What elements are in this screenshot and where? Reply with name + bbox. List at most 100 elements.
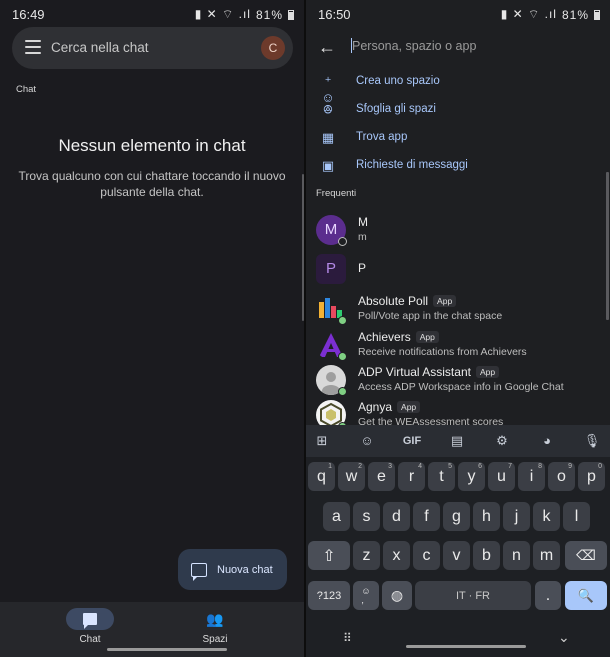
app-description: Access ADP Workspace info in Google Chat xyxy=(358,381,564,393)
nav-item-chat[interactable]: Chat xyxy=(40,608,140,645)
key-label: f xyxy=(424,507,429,525)
key-label: u xyxy=(497,467,506,485)
battery-icon xyxy=(594,9,600,20)
key-row1-5[interactable]: y6 xyxy=(458,462,485,491)
key-hint: 5 xyxy=(448,463,452,470)
microphone-icon[interactable]: 🎙 xyxy=(580,431,604,451)
status-indicator-icons: ▮ ✕ ⌔ .ıl xyxy=(500,7,557,21)
app-item-adp-virtual-assistant[interactable]: ADP Virtual Assistant App Access ADP Work… xyxy=(306,363,606,397)
key-row2-0[interactable]: a xyxy=(323,502,350,531)
period-key[interactable]: . xyxy=(535,581,561,610)
key-row1-3[interactable]: r4 xyxy=(398,462,425,491)
key-row3-2[interactable]: c xyxy=(413,541,440,570)
key-row2-7[interactable]: k xyxy=(533,502,560,531)
status-icons: ▮ ✕ ⌔ .ıl 81% xyxy=(195,7,294,22)
status-icons: ▮ ✕ ⌔ .ıl 81% xyxy=(501,7,600,22)
contact-item[interactable]: M M m xyxy=(306,213,606,247)
key-row2-3[interactable]: f xyxy=(413,502,440,531)
home-indicator[interactable] xyxy=(107,648,227,651)
scrollbar[interactable] xyxy=(606,172,609,320)
clipboard-icon[interactable]: ▤ xyxy=(445,431,469,451)
message-requests-label: Richieste di messaggi xyxy=(356,159,468,171)
settings-icon[interactable]: ⚙ xyxy=(490,431,514,451)
key-row2-2[interactable]: d xyxy=(383,502,410,531)
keyboard-nav-bar: ⠿ ⌄ xyxy=(306,623,610,657)
key-label: k xyxy=(542,507,551,525)
symbols-key[interactable]: ?123 xyxy=(308,581,350,610)
key-label: s xyxy=(362,507,371,525)
chevron-down-icon[interactable]: ⌄ xyxy=(558,629,570,646)
nav-item-spaces[interactable]: 👥 Spazi xyxy=(165,608,265,645)
key-label: c xyxy=(422,546,431,564)
search-placeholder[interactable]: Cerca nella chat xyxy=(51,40,149,55)
chat-search-bar[interactable]: Cerca nella chat C xyxy=(12,27,293,69)
app-name-text: Achievers xyxy=(358,330,411,344)
key-label: e xyxy=(377,467,386,485)
new-chat-button[interactable]: Nuova chat xyxy=(178,549,287,590)
account-avatar[interactable]: C xyxy=(261,36,285,60)
key-row1-4[interactable]: t5 xyxy=(428,462,455,491)
key-row1-2[interactable]: e3 xyxy=(368,462,395,491)
globe-icon[interactable]: ◍ xyxy=(382,581,412,610)
contact-item[interactable]: P P xyxy=(306,252,606,286)
keyboard-switch-icon[interactable]: ⠿ xyxy=(343,631,352,645)
key-row3-0[interactable]: z xyxy=(353,541,380,570)
key-hint: 4 xyxy=(418,463,422,470)
space-key[interactable]: IT · FR xyxy=(415,581,531,610)
apps-grid-icon[interactable]: ⊞ xyxy=(310,431,334,451)
key-row3-3[interactable]: v xyxy=(443,541,470,570)
key-hint: 6 xyxy=(478,463,482,470)
key-label: w xyxy=(345,467,358,485)
avatar: P xyxy=(316,254,346,284)
sticker-icon[interactable]: ☺ xyxy=(355,431,379,451)
key-row2-1[interactable]: s xyxy=(353,502,380,531)
key-row3-1[interactable]: x xyxy=(383,541,410,570)
key-row1-0[interactable]: q1 xyxy=(308,462,335,491)
key-label: l xyxy=(574,507,579,525)
gif-button[interactable]: GIF xyxy=(400,431,424,451)
key-hint: 1 xyxy=(328,463,332,470)
key-label: v xyxy=(452,546,461,564)
key-row2-5[interactable]: h xyxy=(473,502,500,531)
home-indicator[interactable] xyxy=(406,645,526,648)
app-name: ADP Virtual Assistant App xyxy=(358,365,500,379)
key-row3-4[interactable]: b xyxy=(473,541,500,570)
key-row1-7[interactable]: i8 xyxy=(518,462,545,491)
browse-spaces-action[interactable]: ꔮ Sfoglia gli spazi xyxy=(306,98,606,122)
key-row2-4[interactable]: g xyxy=(443,502,470,531)
key-row1-8[interactable]: o9 xyxy=(548,462,575,491)
person-space-app-input[interactable] xyxy=(352,37,592,55)
key-row3-6[interactable]: m xyxy=(533,541,560,570)
key-row1-6[interactable]: u7 xyxy=(488,462,515,491)
empty-state-description: Trova qualcuno con cui chattare toccando… xyxy=(18,169,286,199)
on-screen-keyboard: ⊞ ☺ GIF ▤ ⚙ ◕ 🎙 ⇧ ⌫ ?123 ☺ , ◍ IT · FR .… xyxy=(306,425,610,657)
find-apps-action[interactable]: ▦ Trova app xyxy=(306,126,606,150)
backspace-key[interactable]: ⌫ xyxy=(565,541,607,570)
menu-icon[interactable] xyxy=(25,40,41,54)
key-row2-6[interactable]: j xyxy=(503,502,530,531)
online-status-icon xyxy=(338,352,347,361)
back-arrow-icon[interactable]: ← xyxy=(318,37,336,58)
create-space-label: Crea uno spazio xyxy=(356,75,440,87)
search-key[interactable]: 🔍 xyxy=(565,581,607,610)
add-people-icon: ⁺☺ xyxy=(321,74,335,105)
app-item-absolute-poll[interactable]: Absolute Poll App Poll/Vote app in the ch… xyxy=(306,292,606,326)
create-space-action[interactable]: ⁺☺ Crea uno spazio xyxy=(306,70,606,105)
app-name-text: ADP Virtual Assistant xyxy=(358,365,471,379)
key-label: h xyxy=(482,507,491,525)
shift-key[interactable]: ⇧ xyxy=(308,541,350,570)
key-label: y xyxy=(467,467,476,485)
key-row1-9[interactable]: p0 xyxy=(578,462,605,491)
app-item-achievers[interactable]: Achievers App Receive notifications from … xyxy=(306,328,606,362)
key-hint: 0 xyxy=(598,463,602,470)
key-row2-8[interactable]: l xyxy=(563,502,590,531)
people-icon: 👥 xyxy=(206,611,224,627)
message-requests-action[interactable]: ▣ Richieste di messaggi xyxy=(306,154,606,178)
emoji-comma-key[interactable]: ☺ , xyxy=(353,581,379,610)
status-time: 16:50 xyxy=(318,7,351,22)
key-row3-5[interactable]: n xyxy=(503,541,530,570)
palette-icon[interactable]: ◕ xyxy=(535,431,559,451)
key-label: t xyxy=(439,467,444,485)
key-row1-1[interactable]: w2 xyxy=(338,462,365,491)
online-status-icon xyxy=(338,316,347,325)
